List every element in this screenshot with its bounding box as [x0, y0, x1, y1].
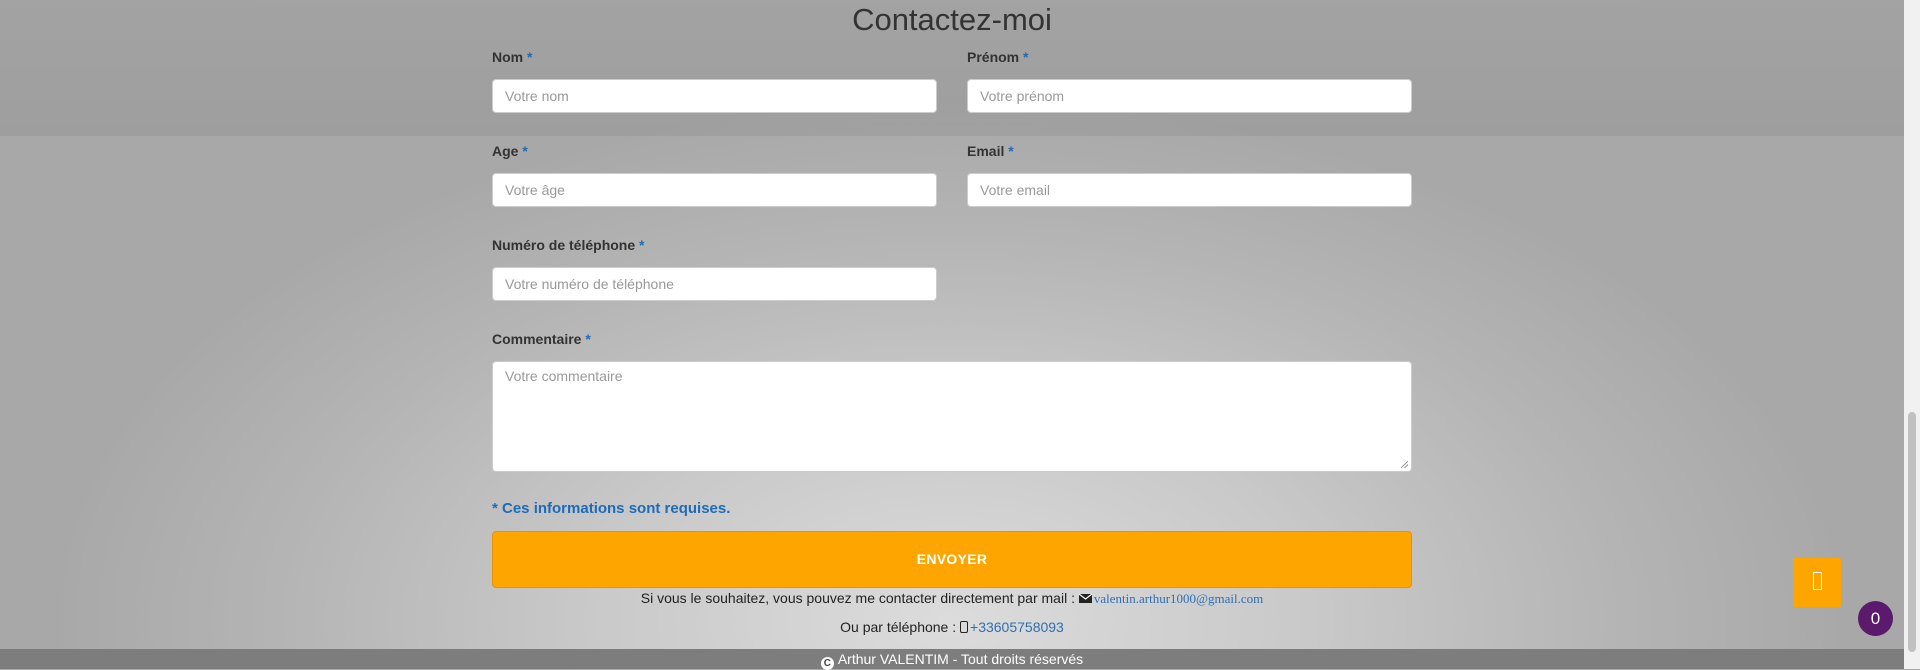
required-asterisk: * — [585, 331, 591, 347]
phone-contact-text: Ou par téléphone : — [840, 619, 957, 635]
scrollbar-thumb[interactable] — [1908, 412, 1916, 652]
nom-input[interactable]: Votre nom — [492, 79, 937, 113]
nom-label: Nom * — [492, 47, 937, 67]
commentaire-field-group: Commentaire * Votre commentaire — [492, 329, 1412, 472]
nom-field-group: Nom * Votre nom — [492, 47, 937, 113]
age-input[interactable]: Votre âge — [492, 173, 937, 207]
email-label-text: Email — [967, 143, 1005, 159]
copyright-icon: C — [820, 657, 834, 670]
age-field-group: Age * Votre âge — [492, 141, 937, 207]
mobile-phone-icon — [960, 621, 969, 633]
email-input[interactable]: Votre email — [967, 173, 1412, 207]
commentaire-label-text: Commentaire — [492, 331, 582, 347]
required-asterisk: * — [639, 237, 645, 253]
mail-link[interactable]: valentin.arthur1000@gmail.com — [1094, 591, 1263, 606]
mail-contact-line: Si vous le souhaitez, vous pouvez me con… — [0, 590, 1904, 607]
telephone-input[interactable]: Votre numéro de téléphone — [492, 267, 937, 301]
resize-handle-icon[interactable] — [1401, 461, 1408, 468]
notification-badge[interactable]: 0 — [1858, 601, 1893, 636]
prenom-label: Prénom * — [967, 47, 1412, 67]
age-label-text: Age — [492, 143, 519, 159]
required-asterisk: * — [527, 49, 533, 65]
phone-contact-line: Ou par téléphone : +33605758093 — [0, 619, 1904, 635]
telephone-label: Numéro de téléphone * — [492, 235, 937, 255]
footer: C Arthur VALENTIM - Tout droits réservés — [0, 649, 1904, 670]
telephone-label-text: Numéro de téléphone — [492, 237, 636, 253]
required-asterisk: * — [1023, 49, 1029, 65]
email-field-group: Email * Votre email — [967, 141, 1412, 207]
arrow-up-icon — [1813, 572, 1822, 590]
commentaire-placeholder: Votre commentaire — [505, 368, 623, 384]
footer-text: Arthur VALENTIM - Tout droits réservés — [837, 651, 1084, 667]
telephone-field-group: Numéro de téléphone * Votre numéro de té… — [492, 235, 937, 301]
phone-link[interactable]: +33605758093 — [970, 619, 1064, 635]
page-title: Contactez-moi — [852, 2, 1052, 37]
commentaire-label: Commentaire * — [492, 329, 1412, 349]
commentaire-textarea[interactable]: Votre commentaire — [492, 361, 1412, 472]
required-asterisk: * — [522, 143, 528, 159]
prenom-label-text: Prénom — [967, 49, 1020, 65]
required-asterisk: * — [1008, 143, 1014, 159]
envelope-icon — [1078, 594, 1092, 603]
age-label: Age * — [492, 141, 937, 161]
mail-contact-text: Si vous le souhaitez, vous pouvez me con… — [640, 590, 1075, 606]
required-note: * Ces informations sont requises. — [492, 500, 731, 517]
submit-button[interactable]: ENVOYER — [492, 531, 1412, 588]
prenom-input[interactable]: Votre prénom — [967, 79, 1412, 113]
scrollbar[interactable] — [1904, 0, 1920, 669]
scroll-to-top-button[interactable] — [1793, 558, 1841, 607]
email-label: Email * — [967, 141, 1412, 161]
nom-label-text: Nom — [492, 49, 524, 65]
prenom-field-group: Prénom * Votre prénom — [967, 47, 1412, 113]
